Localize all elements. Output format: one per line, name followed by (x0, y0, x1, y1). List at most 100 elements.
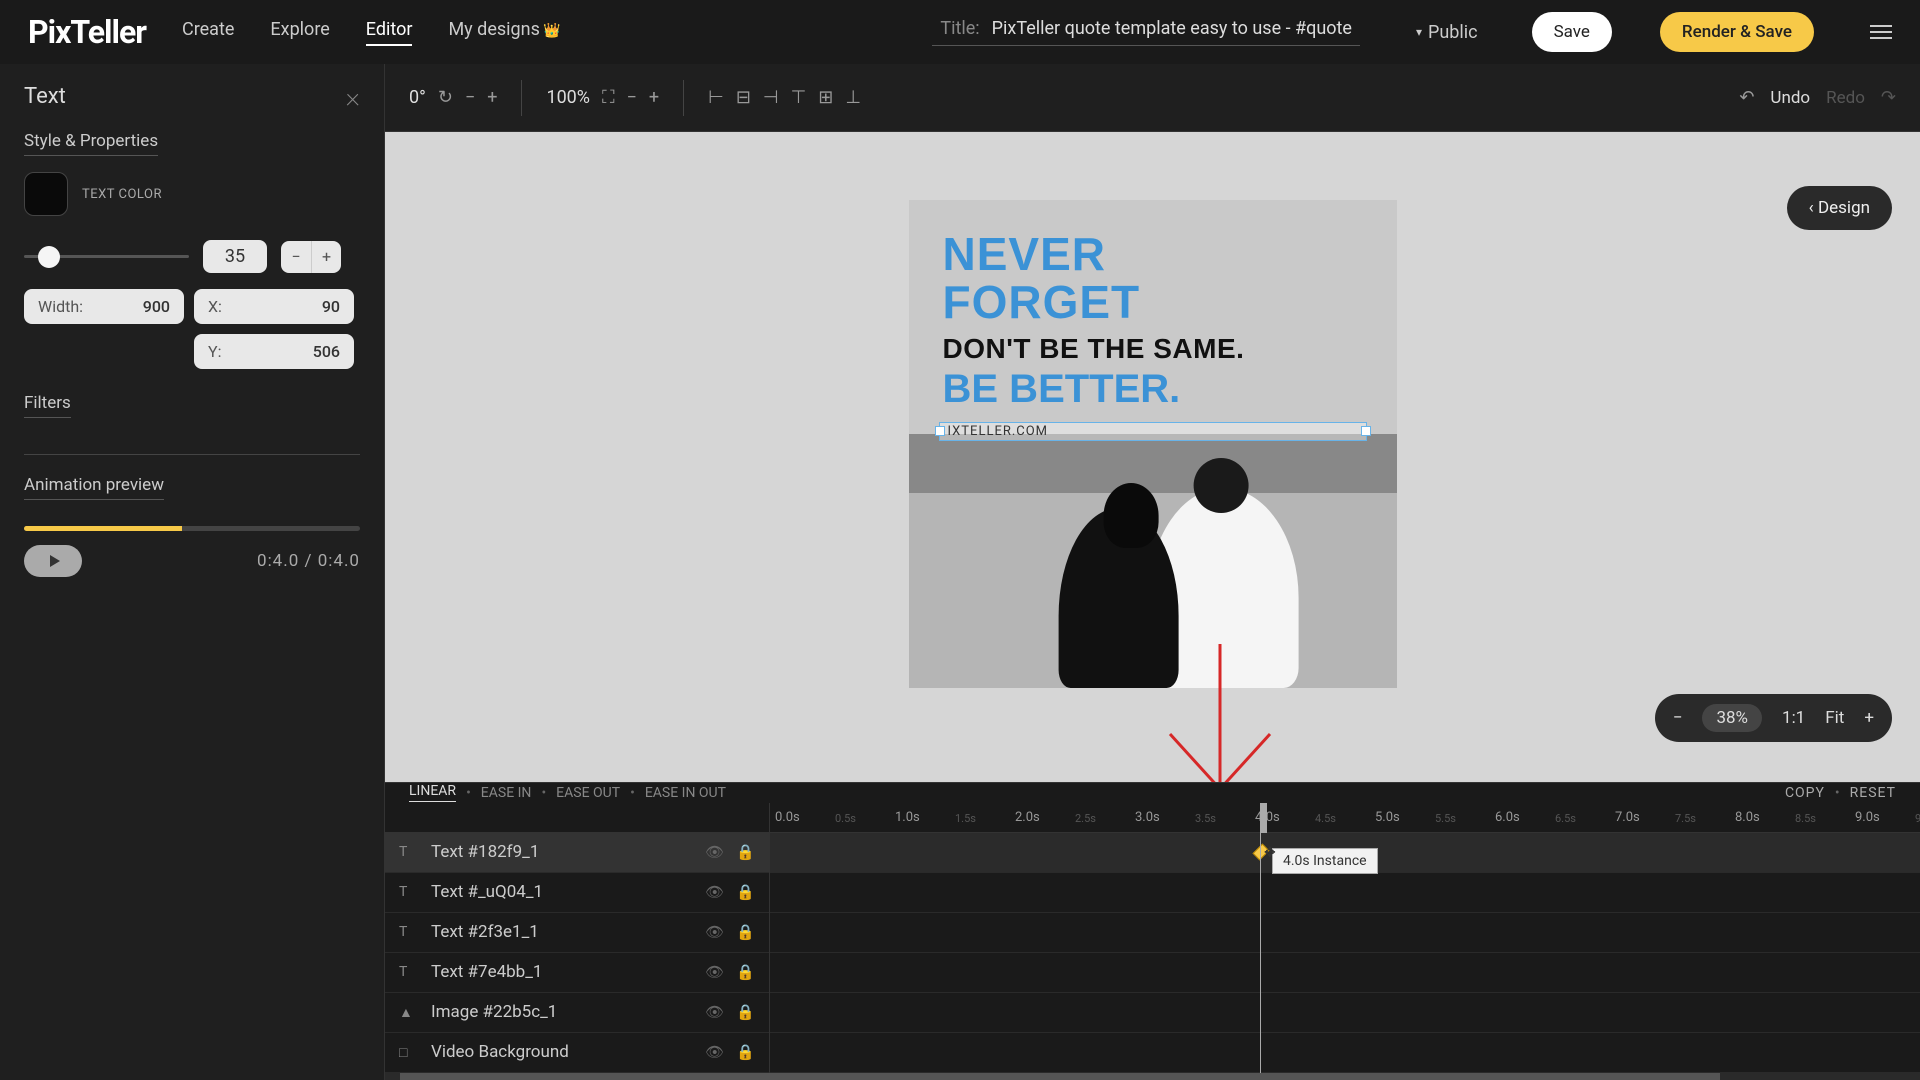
easing-easein[interactable]: EASE IN (481, 785, 532, 801)
opacity-plus[interactable]: + (649, 87, 659, 108)
layer-item[interactable]: ▲ Image #22b5c_1 👁 🔒 (385, 993, 769, 1033)
opacity-value: 100% (546, 87, 590, 108)
undo-button[interactable]: Undo (1770, 88, 1810, 108)
nav-explore[interactable]: Explore (270, 19, 329, 46)
visibility-icon[interactable]: 👁 (705, 963, 724, 981)
rotate-icon[interactable]: ↻ (438, 87, 453, 108)
align-top-icon[interactable]: ⊤ (791, 87, 807, 108)
rotate-minus[interactable]: − (465, 87, 475, 108)
time-ruler[interactable]: 0.0s0.5s1.0s1.5s2.0s2.5s3.0s3.5s4.0s4.5s… (770, 803, 1920, 833)
easing-easeout[interactable]: EASE OUT (556, 785, 620, 801)
slider-thumb[interactable] (38, 246, 60, 268)
width-field[interactable]: Width:900 (24, 289, 184, 324)
render-save-button[interactable]: Render & Save (1660, 12, 1814, 52)
align-center-h-icon[interactable]: ⊟ (736, 87, 751, 108)
title-field[interactable]: Title: PixTeller quote template easy to … (932, 18, 1360, 46)
lock-icon[interactable]: 🔒 (736, 963, 755, 981)
zoom-in-icon[interactable]: + (1864, 708, 1874, 728)
layer-type-icon: T (399, 924, 419, 940)
lock-icon[interactable]: 🔒 (736, 883, 755, 901)
layer-item[interactable]: □ Video Background 👁 🔒 (385, 1033, 769, 1073)
minus-icon[interactable]: − (281, 241, 311, 273)
play-button[interactable] (24, 545, 82, 577)
couple-image (1038, 458, 1298, 688)
layer-type-icon: T (399, 884, 419, 900)
url-text-selected[interactable]: IXTELLER.COM (939, 422, 1367, 441)
lock-icon[interactable]: 🔒 (736, 1043, 755, 1061)
layer-item[interactable]: T Text #7e4bb_1 👁 🔒 (385, 953, 769, 993)
quote-line2[interactable]: DON'T BE THE SAME. (943, 333, 1363, 365)
align-left-icon[interactable]: ⊢ (708, 87, 724, 108)
visibility-icon[interactable]: 👁 (705, 883, 724, 901)
ruler-tick: 2.0s (1015, 810, 1040, 825)
easing-easeinout[interactable]: EASE IN OUT (645, 785, 726, 801)
reset-button[interactable]: RESET (1850, 785, 1896, 801)
caret-down-icon: ▾ (1416, 25, 1422, 39)
logo[interactable]: PixTeller (28, 13, 146, 51)
animation-progress[interactable] (24, 526, 360, 531)
track-row[interactable] (770, 1033, 1920, 1073)
save-button[interactable]: Save (1532, 12, 1612, 52)
track-row[interactable] (770, 873, 1920, 913)
align-center-v-icon[interactable]: ⊞ (818, 87, 833, 108)
canvas-viewport[interactable]: Design NEVER FORGET DON'T BE THE SAME. B… (385, 132, 1920, 782)
rotate-plus[interactable]: + (487, 87, 497, 108)
zoom-fit[interactable]: Fit (1825, 708, 1844, 728)
opacity-minus[interactable]: − (627, 87, 637, 108)
nav-mydesigns[interactable]: My designs (448, 19, 560, 46)
align-bottom-icon[interactable]: ⊥ (845, 87, 861, 108)
visibility-icon[interactable]: 👁 (705, 843, 724, 861)
filters-section-title[interactable]: Filters (24, 393, 71, 418)
timeline-tracks[interactable]: 0.0s0.5s1.0s1.5s2.0s2.5s3.0s3.5s4.0s4.5s… (770, 803, 1920, 1073)
nav-create[interactable]: Create (182, 19, 234, 46)
artboard[interactable]: NEVER FORGET DON'T BE THE SAME. BE BETTE… (909, 200, 1397, 688)
layer-item[interactable]: T Text #2f3e1_1 👁 🔒 (385, 913, 769, 953)
redo-button: Redo (1826, 88, 1865, 108)
lock-icon[interactable]: 🔒 (736, 923, 755, 941)
quote-line1b[interactable]: FORGET (943, 278, 1363, 326)
quote-line1a[interactable]: NEVER (943, 230, 1363, 278)
nav-editor[interactable]: Editor (366, 19, 413, 46)
zoom-ratio[interactable]: 1:1 (1782, 708, 1805, 728)
track-row[interactable] (770, 993, 1920, 1033)
font-size-stepper[interactable]: − + (281, 241, 341, 273)
easing-linear[interactable]: LINEAR (409, 783, 456, 802)
undo-icon[interactable]: ↶ (1739, 87, 1754, 108)
layer-type-icon: T (399, 964, 419, 980)
url-text: IXTELLER.COM (948, 424, 1358, 439)
timeline-scrollbar[interactable] (385, 1073, 1920, 1080)
menu-icon[interactable] (1870, 25, 1892, 39)
align-right-icon[interactable]: ⊣ (763, 87, 779, 108)
visibility-icon[interactable]: 👁 (705, 923, 724, 941)
font-size-slider[interactable] (24, 255, 189, 258)
copy-button[interactable]: COPY (1785, 785, 1825, 801)
plus-icon[interactable]: + (311, 241, 341, 273)
zoom-out-icon[interactable]: − (1673, 708, 1683, 728)
visibility-icon[interactable]: 👁 (705, 1043, 724, 1061)
track-row[interactable] (770, 913, 1920, 953)
y-field[interactable]: Y:506 (194, 334, 354, 369)
width-label: Width: (38, 297, 83, 316)
lock-icon[interactable]: 🔒 (736, 843, 755, 861)
timeline-panel: LINEAR • EASE IN • EASE OUT • EASE IN OU… (385, 782, 1920, 1080)
quote-line3[interactable]: BE BETTER. (943, 367, 1363, 412)
ruler-tick: 5.5s (1435, 812, 1456, 825)
close-icon[interactable]: × (346, 80, 361, 113)
design-mode-badge[interactable]: Design (1787, 186, 1892, 230)
ruler-tick: 6.5s (1555, 812, 1576, 825)
layer-item[interactable]: T Text #_uQ04_1 👁 🔒 (385, 873, 769, 913)
text-color-swatch[interactable] (24, 172, 68, 216)
track-row[interactable] (770, 953, 1920, 993)
font-size-value[interactable]: 35 (203, 240, 267, 273)
playhead[interactable] (1260, 803, 1261, 1073)
animation-preview-title: Animation preview (24, 475, 164, 500)
x-field[interactable]: X:90 (194, 289, 354, 324)
layer-item[interactable]: T Text #182f9_1 👁 🔒 (385, 833, 769, 873)
lock-icon[interactable]: 🔒 (736, 1003, 755, 1021)
visibility-toggle[interactable]: ▾ Public (1416, 22, 1478, 43)
zoom-percent[interactable]: 38% (1702, 704, 1762, 732)
zoom-controls: − 38% 1:1 Fit + (1655, 694, 1892, 742)
title-label: Title: (940, 18, 979, 39)
transparency-icon[interactable]: ⛶ (602, 87, 615, 108)
visibility-icon[interactable]: 👁 (705, 1003, 724, 1021)
